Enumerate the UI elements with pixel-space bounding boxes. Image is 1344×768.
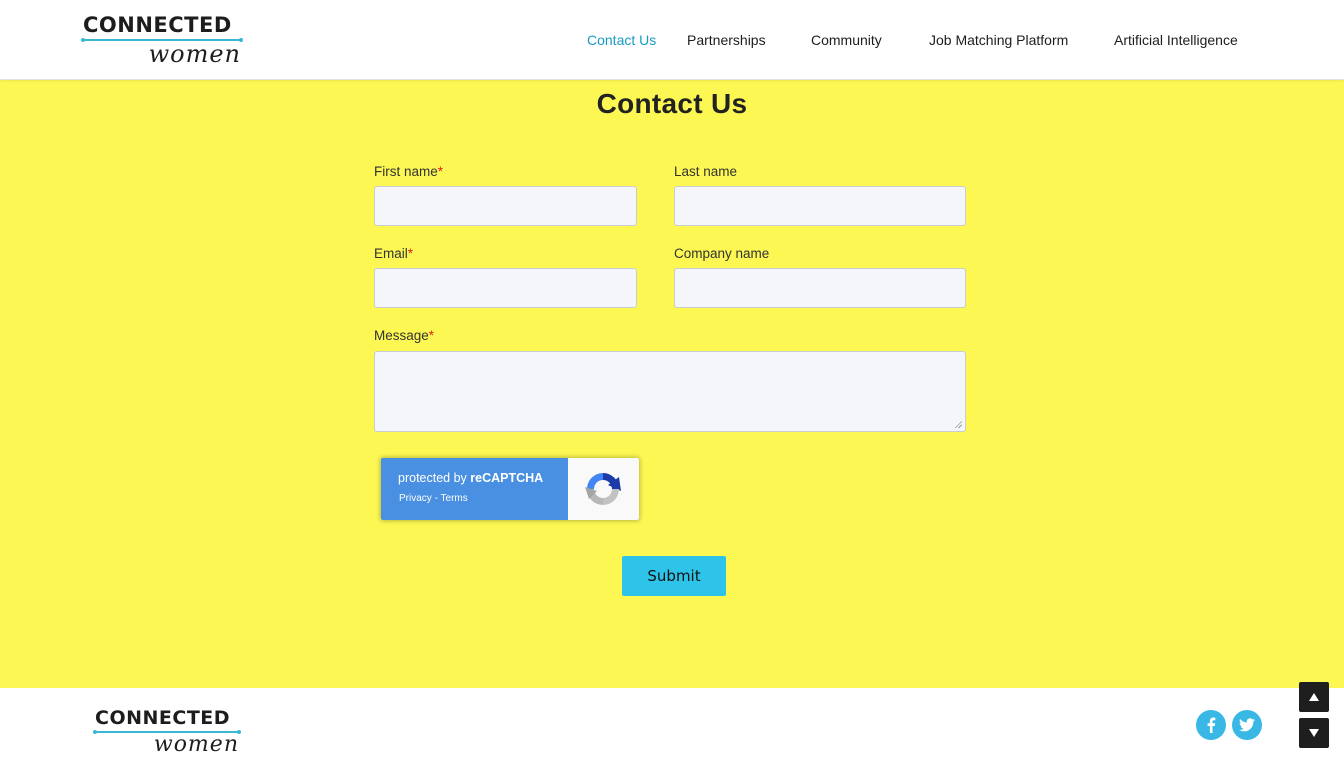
site-footer: CONNECTED women xyxy=(0,682,1344,768)
first-name-label: First name* xyxy=(374,164,443,179)
first-name-input[interactable] xyxy=(374,186,637,226)
last-name-input[interactable] xyxy=(674,186,966,226)
contact-section: Contact Us First name* Last name Email* … xyxy=(0,80,1344,688)
recaptcha-links: Privacy - Terms xyxy=(399,493,468,504)
facebook-link[interactable] xyxy=(1196,710,1226,740)
message-label-text: Message xyxy=(374,328,429,343)
nav-item-community[interactable]: Community xyxy=(811,32,882,48)
required-mark: * xyxy=(407,246,414,261)
resize-handle-icon[interactable] xyxy=(954,420,962,428)
twitter-link[interactable] xyxy=(1232,710,1262,740)
recaptcha-logo-icon xyxy=(585,473,621,505)
recaptcha-protected-text: protected by reCAPTCHA xyxy=(398,471,543,485)
twitter-icon xyxy=(1239,718,1255,732)
email-label: Email* xyxy=(374,246,413,261)
required-mark: * xyxy=(428,328,435,343)
logo-text-top: CONNECTED xyxy=(95,707,231,729)
nav-item-contact-us[interactable]: Contact Us xyxy=(587,32,656,48)
recaptcha-privacy-link[interactable]: Privacy xyxy=(399,493,432,504)
email-label-text: Email xyxy=(374,246,408,261)
recaptcha-brand: reCAPTCHA xyxy=(470,471,544,485)
submit-button[interactable]: Submit xyxy=(622,556,726,596)
message-label: Message* xyxy=(374,328,434,343)
logo-text-bottom: women xyxy=(153,732,239,757)
arrow-down-icon xyxy=(1309,729,1319,737)
nav-item-job-matching-platform[interactable]: Job Matching Platform xyxy=(929,32,1068,48)
arrow-up-icon xyxy=(1309,693,1319,701)
required-mark: * xyxy=(437,164,444,179)
page-title: Contact Us xyxy=(596,88,748,119)
scroll-down-button[interactable] xyxy=(1299,718,1329,748)
recaptcha-terms-link[interactable]: Terms xyxy=(441,493,468,504)
site-header: CONNECTED women Contact Us Partnerships … xyxy=(0,0,1344,80)
footer-logo[interactable]: CONNECTED women xyxy=(93,707,241,757)
nav-item-artificial-intelligence[interactable]: Artificial Intelligence xyxy=(1114,32,1238,48)
last-name-label: Last name xyxy=(674,164,738,179)
message-textarea[interactable] xyxy=(374,351,966,432)
company-name-label: Company name xyxy=(674,246,770,261)
first-name-label-text: First name xyxy=(374,164,438,179)
facebook-icon xyxy=(1207,717,1216,733)
logo-divider xyxy=(93,730,241,734)
recaptcha-link-separator: - xyxy=(431,493,441,504)
scroll-up-button[interactable] xyxy=(1299,682,1329,712)
company-name-input[interactable] xyxy=(674,268,966,308)
recaptcha-protected-prefix: protected by xyxy=(398,471,471,485)
recaptcha-logo-box xyxy=(568,458,639,520)
recaptcha-badge[interactable]: protected by reCAPTCHA Privacy - Terms xyxy=(381,458,639,520)
nav-item-partnerships[interactable]: Partnerships xyxy=(687,32,766,48)
email-input[interactable] xyxy=(374,268,637,308)
main-nav: Contact Us Partnerships Community Job Ma… xyxy=(0,0,1344,80)
